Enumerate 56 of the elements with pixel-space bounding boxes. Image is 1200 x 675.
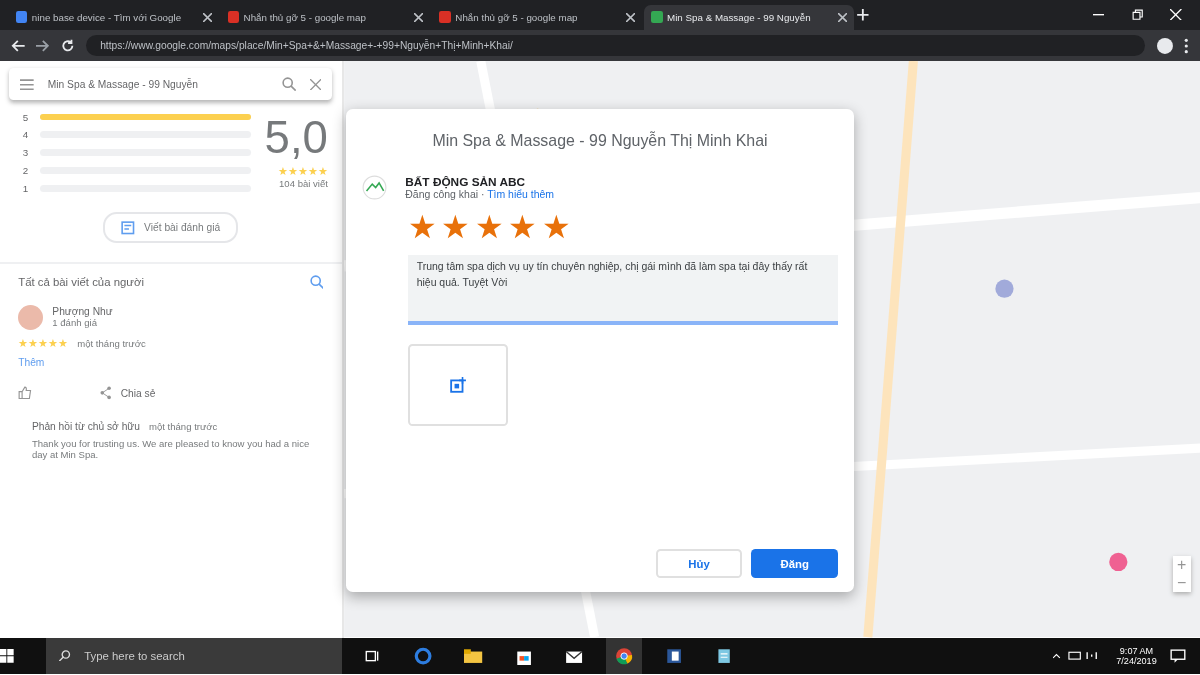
rating-label: 3 bbox=[22, 147, 29, 159]
mountain-logo-icon bbox=[362, 175, 388, 201]
reply-text: Thank you for trusting us. We are pleased to know you had a nice day at Min Spa. bbox=[31, 438, 310, 461]
start-icon[interactable] bbox=[0, 648, 14, 663]
search-icon bbox=[59, 650, 71, 662]
edit-icon bbox=[121, 220, 135, 235]
star-rating: ★★★★★ bbox=[18, 336, 69, 351]
thumbs-up-icon[interactable] bbox=[18, 386, 32, 401]
learn-more-link[interactable]: Tìm hiểu thêm bbox=[487, 189, 555, 201]
taskbar-search-field[interactable]: Type here to search bbox=[45, 637, 342, 674]
post-button[interactable]: Đăng bbox=[751, 548, 838, 579]
star-rating: ★★★★★ bbox=[277, 163, 328, 178]
rating-label: 4 bbox=[22, 129, 29, 141]
dialog-title: Min Spa & Massage - 99 Nguyễn Thị Minh Khai bbox=[431, 132, 769, 151]
chrome-icon[interactable] bbox=[614, 646, 633, 665]
close-icon[interactable] bbox=[414, 12, 424, 22]
clock-date: 7/24/2019 bbox=[1116, 655, 1157, 666]
clock-time: 9:07 AM bbox=[1119, 645, 1154, 656]
browser-tab[interactable]: Min Spa & Massage - 99 Nguyễn bbox=[644, 4, 854, 30]
address-bar[interactable]: https://www.google.com/maps/place/Min+Spa+&+Massage+-+99+Nguyễn+Thị+Minh+Khai/ bbox=[86, 35, 1146, 56]
reload-icon[interactable] bbox=[61, 38, 76, 53]
reply-time: một tháng trước bbox=[149, 420, 218, 432]
rating-label: 1 bbox=[22, 182, 29, 194]
edge-icon[interactable] bbox=[414, 646, 433, 665]
search-icon[interactable] bbox=[282, 77, 297, 92]
menu-icon[interactable] bbox=[1184, 37, 1189, 54]
close-icon[interactable] bbox=[837, 12, 847, 22]
rating-label: 5 bbox=[22, 111, 29, 123]
add-photo-icon bbox=[449, 376, 466, 393]
review-time: một tháng trước bbox=[77, 337, 146, 349]
share-icon bbox=[100, 386, 112, 401]
back-arrow-icon[interactable] bbox=[11, 38, 26, 53]
search-icon[interactable] bbox=[309, 274, 324, 289]
section-heading: Tất cả bài viết của người bbox=[18, 275, 144, 288]
visibility-note: Đăng công khai · Tìm hiểu thêm bbox=[405, 189, 555, 201]
cancel-button[interactable]: Hủy bbox=[655, 548, 743, 579]
reviewer-meta: 1 đánh giá bbox=[52, 317, 98, 329]
avatar-icon bbox=[18, 304, 44, 330]
share-button[interactable]: Chia sẻ bbox=[100, 386, 156, 401]
forward-arrow-icon[interactable] bbox=[36, 38, 51, 53]
write-review-button[interactable]: Viết bài đánh giá bbox=[103, 212, 239, 244]
close-icon[interactable] bbox=[202, 12, 212, 22]
close-icon[interactable] bbox=[626, 12, 636, 22]
search-field[interactable]: Min Spa & Massage - 99 Nguyễn bbox=[9, 68, 333, 101]
rating-label: 2 bbox=[22, 165, 29, 177]
folder-icon[interactable] bbox=[464, 646, 483, 665]
author-name: BẤT ĐỘNG SẢN ABC bbox=[405, 175, 526, 190]
reviewer-name[interactable]: Phượng Như bbox=[52, 306, 113, 318]
review-text-field[interactable]: Trung tâm spa dịch vụ uy tín chuyên nghiệp, chị gái mình đã làm spa tại đây thấy rất hiệu quả. Tuyệt Vời bbox=[407, 254, 838, 326]
reply-title: Phản hồi từ chủ sở hữu bbox=[31, 420, 140, 432]
review-count: 104 bài viết bbox=[279, 177, 328, 189]
restore-icon[interactable] bbox=[1131, 9, 1144, 21]
profile-avatar-icon[interactable] bbox=[1156, 37, 1173, 54]
word-icon[interactable] bbox=[664, 646, 683, 665]
notification-icon[interactable] bbox=[1170, 648, 1187, 663]
rating-score: 5,0 bbox=[264, 111, 328, 164]
